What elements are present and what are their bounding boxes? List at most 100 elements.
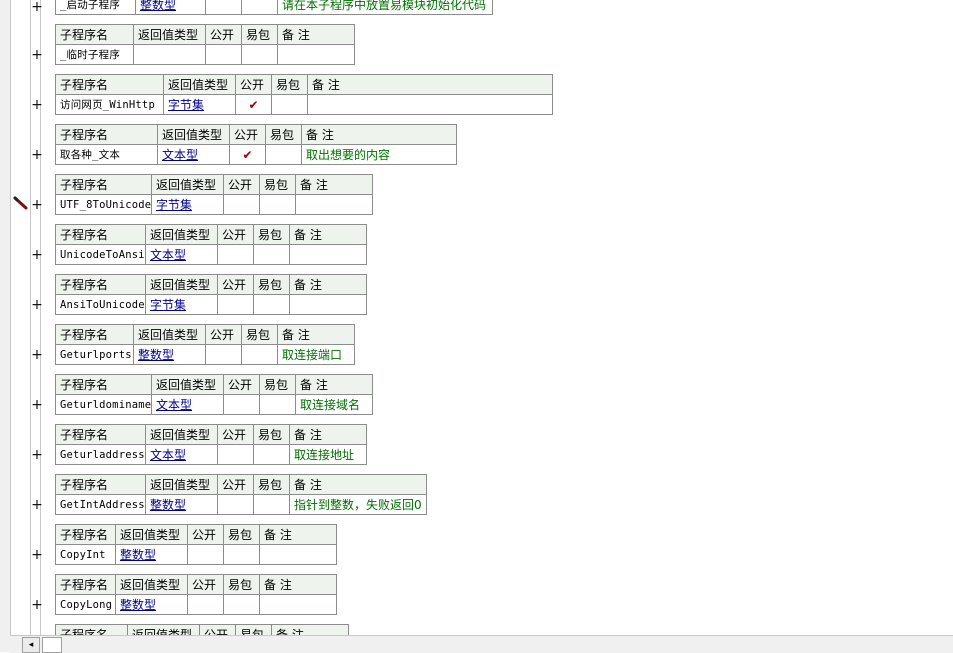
subroutine-name[interactable]: Geturladdress xyxy=(55,444,146,465)
subroutine-note[interactable] xyxy=(295,194,373,215)
easy-pack-flag[interactable] xyxy=(253,494,290,515)
subroutine-note[interactable]: 指针到整数，失败返回0 xyxy=(289,494,427,515)
header-public: 公开 xyxy=(229,124,266,145)
subroutine-row[interactable]: UnicodeToAnsi 文本型 xyxy=(55,244,367,265)
subroutine-note[interactable] xyxy=(289,294,367,315)
easy-pack-flag[interactable] xyxy=(271,94,308,115)
return-type[interactable]: 文本型 xyxy=(157,144,230,165)
subroutine-row[interactable]: AnsiToUnicode 字节集 xyxy=(55,294,367,315)
horizontal-scrollbar[interactable]: ◂ xyxy=(10,635,953,653)
subroutine-name[interactable]: 取各种_文本 xyxy=(55,144,158,165)
header-easy-pack: 易包 xyxy=(253,274,290,295)
return-type[interactable]: 整数型 xyxy=(133,344,206,365)
return-type[interactable]: 字节集 xyxy=(163,94,236,115)
return-type[interactable]: 字节集 xyxy=(145,294,218,315)
easy-pack-flag[interactable] xyxy=(241,44,278,65)
table-header: 子程序名 返回值类型 公开 易包 备 注 xyxy=(55,324,355,345)
subroutine-name[interactable]: AnsiToUnicode xyxy=(55,294,146,315)
easy-pack-flag[interactable] xyxy=(253,294,290,315)
subroutine-note[interactable]: 取连接地址 xyxy=(289,444,367,465)
expand-icon[interactable]: + xyxy=(31,498,43,512)
subroutine-name[interactable]: 访问网页_WinHttp xyxy=(55,94,164,115)
subroutine-note[interactable] xyxy=(307,94,553,115)
public-flag[interactable] xyxy=(205,44,242,65)
return-type[interactable] xyxy=(133,44,206,65)
expand-icon[interactable]: + xyxy=(31,48,43,62)
easy-pack-flag[interactable] xyxy=(223,544,260,565)
subroutine-note[interactable] xyxy=(289,244,367,265)
subroutine-note[interactable]: 取连接域名 xyxy=(295,394,373,415)
public-flag[interactable] xyxy=(217,294,254,315)
subroutine-row[interactable]: Geturladdress 文本型 取连接地址 xyxy=(55,444,367,465)
return-type[interactable]: 文本型 xyxy=(151,394,224,415)
return-type[interactable]: 文本型 xyxy=(145,244,218,265)
subroutine-name[interactable]: UnicodeToAnsi xyxy=(55,244,146,265)
table-header: 子程序名 返回值类型 公开 易包 备 注 xyxy=(55,374,373,395)
subroutine-note[interactable]: 取出想要的内容 xyxy=(301,144,457,165)
scroll-thumb[interactable] xyxy=(42,637,62,653)
subroutine-note[interactable]: 取连接端口 xyxy=(277,344,355,365)
subroutine-row[interactable]: Geturldominame 文本型 取连接域名 xyxy=(55,394,373,415)
expand-icon[interactable]: + xyxy=(31,98,43,112)
header-note: 备 注 xyxy=(307,74,553,95)
easy-pack-flag[interactable] xyxy=(253,244,290,265)
public-check-icon[interactable]: ✔ xyxy=(235,94,272,115)
return-type[interactable]: 整数型 xyxy=(135,0,206,15)
easy-pack-flag[interactable] xyxy=(253,444,290,465)
expand-icon[interactable]: + xyxy=(31,298,43,312)
public-flag[interactable] xyxy=(187,544,224,565)
expand-icon[interactable]: + xyxy=(31,548,43,562)
subroutine-note[interactable] xyxy=(259,544,337,565)
return-type[interactable]: 文本型 xyxy=(145,444,218,465)
scroll-left-icon[interactable]: ◂ xyxy=(22,637,40,653)
subroutine-name[interactable]: GetIntAddress xyxy=(55,494,146,515)
public-flag[interactable] xyxy=(187,594,224,615)
public-check-icon[interactable]: ✔ xyxy=(229,144,266,165)
return-type[interactable]: 整数型 xyxy=(115,594,188,615)
expand-icon[interactable]: + xyxy=(31,248,43,262)
subroutine-note[interactable] xyxy=(259,594,337,615)
subroutine-row[interactable]: CopyLong 整数型 xyxy=(55,594,337,615)
subroutine-row[interactable]: GetIntAddress 整数型 指针到整数，失败返回0 xyxy=(55,494,427,515)
expand-icon[interactable]: + xyxy=(31,148,43,162)
public-flag[interactable] xyxy=(205,344,242,365)
subroutine-name[interactable]: _临时子程序 xyxy=(55,44,134,65)
return-type[interactable]: 整数型 xyxy=(145,494,218,515)
public-flag[interactable] xyxy=(217,494,254,515)
subroutine-row[interactable]: Geturlports 整数型 取连接端口 xyxy=(55,344,355,365)
return-type[interactable]: 字节集 xyxy=(151,194,224,215)
subroutine-note[interactable] xyxy=(277,44,355,65)
subroutine-name[interactable]: Geturlports xyxy=(55,344,134,365)
header-easy-pack: 易包 xyxy=(253,224,290,245)
expand-icon[interactable]: + xyxy=(31,398,43,412)
subroutine-name[interactable]: CopyInt xyxy=(55,544,116,565)
easy-pack-flag[interactable] xyxy=(259,394,296,415)
subroutine-row[interactable]: _启动子程序 整数型 请在本子程序中放置易模块初始化代码 xyxy=(55,0,493,15)
subroutine-name[interactable]: UTF_8ToUnicode xyxy=(55,194,152,215)
subroutine-row[interactable]: _临时子程序 xyxy=(55,44,355,65)
public-flag[interactable] xyxy=(223,394,260,415)
expand-icon[interactable]: + xyxy=(31,0,43,14)
subroutine-row[interactable]: 访问网页_WinHttp 字节集 ✔ xyxy=(55,94,553,115)
easy-pack-flag[interactable] xyxy=(259,194,296,215)
subroutine-row[interactable]: CopyInt 整数型 xyxy=(55,544,337,565)
easy-pack-flag[interactable] xyxy=(223,594,260,615)
easy-pack-flag[interactable] xyxy=(265,144,302,165)
expand-icon[interactable]: + xyxy=(31,448,43,462)
subroutine-row[interactable]: UTF_8ToUnicode 字节集 xyxy=(55,194,373,215)
subroutine-name[interactable]: _启动子程序 xyxy=(55,0,136,15)
subroutine-name[interactable]: Geturldominame xyxy=(55,394,152,415)
public-flag[interactable] xyxy=(217,444,254,465)
public-flag[interactable] xyxy=(223,194,260,215)
expand-icon[interactable]: + xyxy=(31,598,43,612)
public-flag[interactable] xyxy=(205,0,242,15)
return-type[interactable]: 整数型 xyxy=(115,544,188,565)
expand-icon[interactable]: + xyxy=(31,198,43,212)
subroutine-row[interactable]: 取各种_文本 文本型 ✔ 取出想要的内容 xyxy=(55,144,457,165)
easy-pack-flag[interactable] xyxy=(241,344,278,365)
public-flag[interactable] xyxy=(217,244,254,265)
easy-pack-flag[interactable] xyxy=(241,0,278,15)
subroutine-note[interactable]: 请在本子程序中放置易模块初始化代码 xyxy=(277,0,493,15)
expand-icon[interactable]: + xyxy=(31,348,43,362)
subroutine-name[interactable]: CopyLong xyxy=(55,594,116,615)
